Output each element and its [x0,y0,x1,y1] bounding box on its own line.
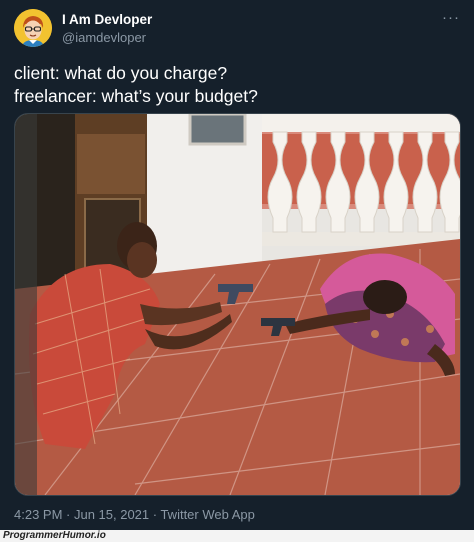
watermark-bar: ProgrammerHumor.io [0,530,474,542]
tweet-photo[interactable] [14,113,461,496]
photo-illustration [15,114,460,495]
avatar[interactable] [14,9,52,47]
watermark-text: ProgrammerHumor.io [3,530,106,541]
tweet-timestamp[interactable]: 4:23 PM · Jun 15, 2021 · Twitter Web App [14,507,255,522]
author-handle[interactable]: @iamdevloper [62,30,146,45]
more-options-icon[interactable]: ··· [442,9,460,26]
tweet-header: I Am Devloper @iamdevloper ··· [14,9,464,49]
author-name[interactable]: I Am Devloper [62,12,152,27]
tweet-text: client: what do you charge? freelancer: … [14,63,258,106]
avatar-cartoon-icon [14,9,52,47]
